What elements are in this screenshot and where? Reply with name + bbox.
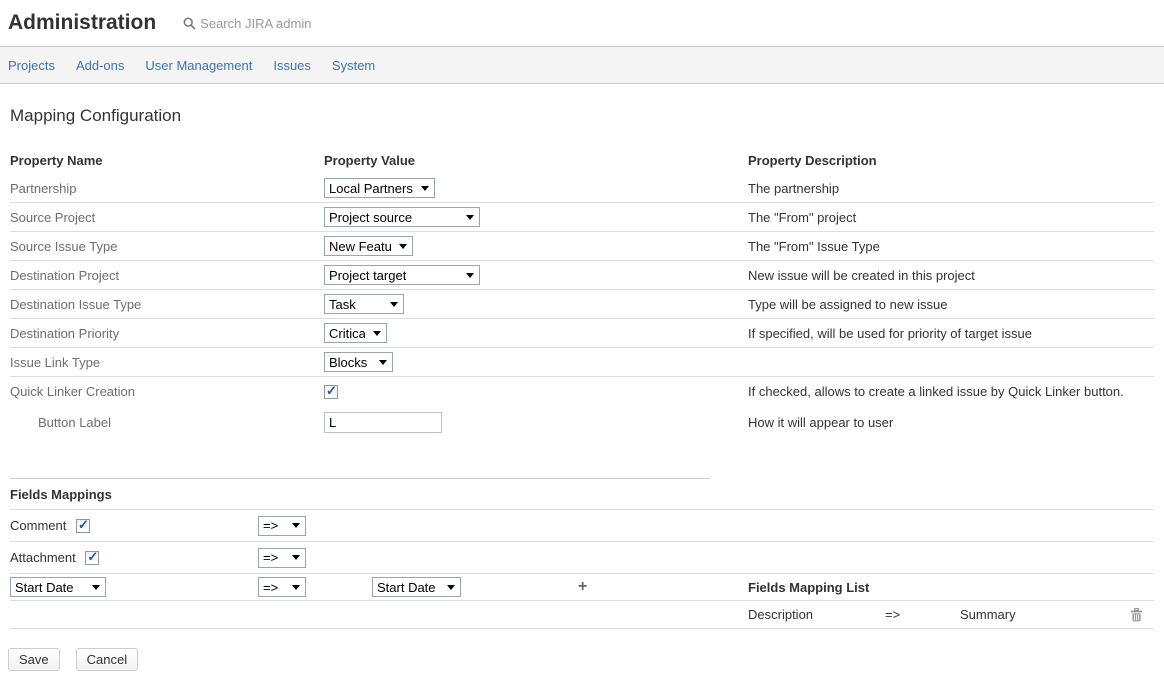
- table-row: Button Label How it will appear to user: [10, 406, 1154, 438]
- property-description: Type will be assigned to new issue: [748, 297, 1154, 312]
- comment-checkbox[interactable]: [76, 519, 90, 533]
- nav-item-issues[interactable]: Issues: [273, 58, 311, 73]
- col-header-property-name: Property Name: [10, 153, 324, 168]
- page-title: Mapping Configuration: [10, 106, 1154, 126]
- page-app-title: Administration: [8, 11, 156, 35]
- property-description: The "From" Issue Type: [748, 239, 1154, 254]
- property-description: New issue will be created in this projec…: [748, 268, 1154, 283]
- chevron-down-icon: [292, 523, 300, 528]
- mapping-target-field: Summary: [960, 607, 1130, 622]
- property-name-label: Button Label: [10, 415, 324, 430]
- table-row: Destination Priority Critical If specifi…: [10, 319, 1154, 348]
- property-name-label: Destination Issue Type: [10, 297, 324, 312]
- app-header: Administration: [0, 0, 1164, 47]
- property-description: How it will appear to user: [748, 415, 1154, 430]
- property-name-label: Partnership: [10, 181, 324, 196]
- button-label-input[interactable]: [324, 412, 442, 433]
- nav-item-user-management[interactable]: User Management: [145, 58, 252, 73]
- nav-item-system[interactable]: System: [332, 58, 375, 73]
- table-row: Source Project Project source The "From"…: [10, 203, 1154, 232]
- partnership-select[interactable]: Local Partnership: [324, 178, 435, 198]
- property-name-label: Quick Linker Creation: [10, 384, 324, 399]
- source-project-select[interactable]: Project source: [324, 207, 480, 227]
- source-issue-type-select[interactable]: New Feature: [324, 236, 413, 256]
- property-name-label: Source Project: [10, 210, 324, 225]
- field-label: Attachment: [10, 550, 76, 565]
- chevron-down-icon: [292, 555, 300, 560]
- mapping-operator: =>: [885, 607, 960, 622]
- cancel-button[interactable]: Cancel: [76, 648, 138, 671]
- search-input[interactable]: [200, 16, 360, 31]
- table-row: Issue Link Type Blocks: [10, 348, 1154, 377]
- chevron-down-icon: [466, 215, 474, 220]
- destination-project-select[interactable]: Project target: [324, 265, 480, 285]
- issue-link-type-select[interactable]: Blocks: [324, 352, 393, 372]
- chevron-down-icon: [447, 585, 455, 590]
- chevron-down-icon: [421, 186, 429, 191]
- property-name-label: Issue Link Type: [10, 355, 324, 370]
- property-description: If specified, will be used for priority …: [748, 326, 1154, 341]
- delete-mapping-button[interactable]: [1130, 608, 1143, 622]
- table-row: Quick Linker Creation If checked, allows…: [10, 377, 1154, 406]
- attachment-checkbox[interactable]: [85, 551, 99, 565]
- chevron-down-icon: [390, 302, 398, 307]
- admin-search[interactable]: [183, 16, 360, 31]
- fields-mappings-header: Fields Mappings: [10, 479, 1154, 510]
- search-icon: [183, 17, 196, 30]
- mapping-list-row: Description => Summary: [10, 601, 1154, 629]
- trash-icon: [1130, 608, 1143, 622]
- attachment-operator-select[interactable]: =>: [258, 548, 306, 568]
- property-description: The "From" project: [748, 210, 1154, 225]
- nav-item-projects[interactable]: Projects: [8, 58, 55, 73]
- form-actions: Save Cancel: [8, 648, 1164, 671]
- chevron-down-icon: [292, 585, 300, 590]
- col-header-property-value: Property Value: [324, 153, 748, 168]
- field-label: Comment: [10, 518, 66, 533]
- mapping-target-select[interactable]: Start Date: [372, 577, 461, 597]
- destination-issue-type-select[interactable]: Task: [324, 294, 404, 314]
- nav-item-addons[interactable]: Add-ons: [76, 58, 124, 73]
- properties-table-header: Property Name Property Value Property De…: [10, 146, 1154, 174]
- chevron-down-icon: [373, 331, 381, 336]
- add-mapping-button[interactable]: +: [578, 579, 587, 595]
- chevron-down-icon: [466, 273, 474, 278]
- fields-mappings-title: Fields Mappings: [10, 487, 112, 502]
- property-name-label: Destination Priority: [10, 326, 324, 341]
- destination-priority-select[interactable]: Critical: [324, 323, 387, 343]
- property-name-label: Destination Project: [10, 268, 324, 283]
- chevron-down-icon: [379, 360, 387, 365]
- comment-operator-select[interactable]: =>: [258, 516, 306, 536]
- table-row: Destination Issue Type Task Type will be…: [10, 290, 1154, 319]
- main-content: Mapping Configuration Property Name Prop…: [0, 106, 1164, 629]
- property-description: If checked, allows to create a linked is…: [748, 384, 1154, 399]
- table-row: Destination Project Project target New i…: [10, 261, 1154, 290]
- col-header-property-description: Property Description: [748, 153, 1154, 168]
- mapping-source-field: Description: [748, 607, 885, 622]
- property-description: The partnership: [748, 181, 1154, 196]
- chevron-down-icon: [399, 244, 407, 249]
- table-row: Source Issue Type New Feature The "From"…: [10, 232, 1154, 261]
- chevron-down-icon: [92, 585, 100, 590]
- fields-mapping-list-title: Fields Mapping List: [748, 580, 869, 595]
- save-button[interactable]: Save: [8, 648, 60, 671]
- admin-nav: Projects Add-ons User Management Issues …: [0, 47, 1164, 84]
- mapping-source-select[interactable]: Start Date: [10, 577, 106, 597]
- mapping-operator-select[interactable]: =>: [258, 577, 306, 597]
- table-row: Partnership Local Partnership The partne…: [10, 174, 1154, 203]
- quick-linker-creation-checkbox[interactable]: [324, 385, 338, 399]
- field-mapping-row: Comment =>: [10, 510, 1154, 542]
- property-name-label: Source Issue Type: [10, 239, 324, 254]
- new-mapping-row: Start Date => Start Date + Fields Mappin…: [10, 574, 1154, 601]
- field-mapping-row: Attachment =>: [10, 542, 1154, 574]
